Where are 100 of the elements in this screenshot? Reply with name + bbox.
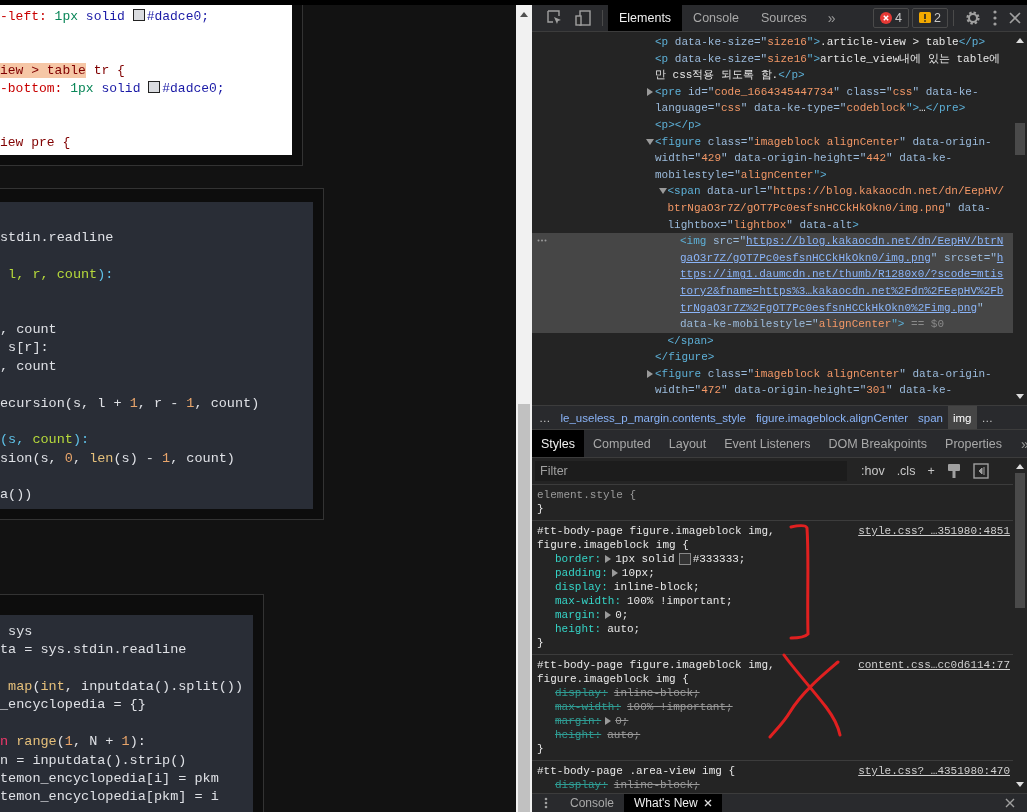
property-value: 0;: [615, 608, 629, 622]
pane-tab[interactable]: Properties: [936, 430, 1012, 457]
property-name: padding:: [555, 566, 608, 580]
toolbar-button[interactable]: :hov: [855, 464, 891, 478]
settings-icon[interactable]: [965, 10, 981, 26]
dom-node[interactable]: <p data-ke-size="size16">article_view내에 있는 table에만 css적용 되도록 함.</p>: [655, 50, 1005, 84]
triangle-icon[interactable]: [646, 87, 654, 96]
property-name: margin:: [555, 608, 602, 622]
toolbar-button[interactable]: +: [921, 464, 941, 478]
property-name: max-width:: [555, 594, 621, 608]
source-link[interactable]: style.css? …351980:4851: [858, 524, 1010, 552]
scroll-up-icon[interactable]: [1016, 464, 1024, 469]
css-selector: figure.imageblock img {: [537, 672, 690, 686]
closing-brace: }: [537, 502, 545, 516]
panel-tab[interactable]: Console: [682, 5, 750, 31]
triangle-icon[interactable]: [646, 369, 654, 378]
code-line: -bottom: 1px solid #dadce0;: [0, 80, 226, 98]
code-line: , count: [0, 320, 58, 339]
code-line: sion(s, 0, len(s) - 1, count): [0, 449, 236, 468]
dom-node[interactable]: <span data-url="https://blog.kakaocdn.net/dn/EepHV/btrNgaO3r7Z/gOT7Pc0esfsnHCCkHkOkn0/img.png" data-lightbox="lightbox" data-alt>: [667, 183, 1005, 234]
property-value: 0;: [615, 714, 629, 728]
sidebar-toggle-icon[interactable]: [972, 463, 989, 479]
code-line: n = inputdata().strip(): [0, 751, 188, 770]
triangle-icon[interactable]: [658, 187, 667, 196]
scroll-up-icon[interactable]: [1016, 38, 1024, 43]
dom-node[interactable]: <figure class="imageblock alignCenter" data-origin-width="472" data-origin-height="301" data-ke-: [655, 365, 1005, 400]
closing-brace: }: [537, 636, 545, 650]
css-selector: figure.imageblock img {: [537, 538, 690, 552]
pane-tab[interactable]: DOM Breakpoints: [819, 430, 937, 457]
property-value: inline-block;: [613, 686, 700, 700]
expand-icon[interactable]: [605, 611, 612, 619]
property-name: display:: [555, 686, 608, 700]
dom-node[interactable]: <p data-ke-size="size16">.article-view > table</p>: [655, 34, 1005, 51]
dom-node[interactable]: </figure>: [655, 349, 1005, 366]
property-value: inline-block;: [613, 778, 700, 792]
code-line: l, r, count):: [7, 265, 115, 284]
breadcrumb[interactable]: le_useless_p_margin.contents_style: [555, 406, 751, 429]
filter-field[interactable]: Filter: [535, 461, 847, 481]
source-link[interactable]: content.css…cc0d6114:77: [858, 658, 1010, 686]
source-link[interactable]: style.css? …4351980:470: [858, 764, 1010, 778]
dom-node[interactable]: <pre id="code_1664345447734" class="css" data-ke-language="css" data-ke-type="codeblock">…</pre>: [655, 83, 1005, 117]
dom-node[interactable]: <p></p>: [655, 116, 1005, 134]
expand-icon[interactable]: [605, 555, 612, 563]
property-value: auto;: [607, 622, 641, 636]
expand-icon[interactable]: [605, 717, 612, 725]
color-swatch[interactable]: [678, 553, 691, 565]
code-line: , count: [0, 357, 58, 376]
pane-tab[interactable]: Computed: [584, 430, 660, 457]
property-name: height:: [555, 622, 602, 636]
code-line: n range(1, N + 1):: [0, 733, 147, 752]
triangle-icon[interactable]: [646, 137, 654, 146]
property-value: inline-block;: [613, 580, 700, 594]
kebab-menu-icon[interactable]: [544, 797, 548, 809]
inspect-icon[interactable]: [547, 10, 563, 26]
css-selector: #tt-body-page .area-view img {: [537, 764, 736, 778]
scroll-down-icon[interactable]: [1016, 394, 1024, 399]
dom-node[interactable]: <figure class="imageblock alignCenter" data-origin-width="429" data-origin-height="442" data-ke-mobilestyle="alignCenter">: [655, 133, 1005, 184]
scrollbar-thumb[interactable]: [518, 404, 530, 812]
code-line: iew > table tr {: [0, 62, 126, 80]
code-line: _encyclopedia = {}: [0, 696, 147, 715]
paint-roller-icon[interactable]: [946, 463, 961, 479]
breadcrumb[interactable]: figure.imageblock.alignCenter: [750, 406, 914, 429]
drawer-tab[interactable]: Console: [560, 794, 625, 812]
breadcrumb[interactable]: img: [947, 406, 977, 429]
scroll-up-icon[interactable]: [520, 12, 528, 17]
device-icon[interactable]: [575, 10, 591, 26]
more-icon[interactable]: [537, 239, 547, 243]
dom-node[interactable]: <img src="https://blog.kakaocdn.net/dn/EepHV/btrNgaO3r7Z/gOT7Pc0esfsnHCCkHkOkn0/img.png" srcset="https://img1.daumcdn.net/thumb/R1280x0/?scode=mtistory2&fname=https%3…kakaocdn.net%2Fdn%2FEepHV%2FbtrNgaO3r7Z%2FgOT7Pc0esfsnHCCkHkOkn0%2Fimg.png" data-ke-mobilestyle="alignCenter"> == $0: [680, 233, 1005, 333]
kebab-menu-icon[interactable]: [993, 10, 997, 26]
expand-icon[interactable]: [611, 569, 618, 577]
panel-tab[interactable]: Sources: [750, 5, 818, 31]
warning-badge[interactable]: 2: [912, 8, 948, 28]
panel-tab[interactable]: Elements: [608, 5, 683, 31]
scrollbar-thumb[interactable]: [1015, 123, 1025, 155]
code-line: ta = sys.stdin.readline: [0, 641, 188, 660]
code-line: map(int, inputdata().split()): [7, 678, 245, 697]
drawer-tab[interactable]: What's New: [624, 794, 722, 812]
code-line: s[r]:: [7, 339, 50, 358]
property-name: border:: [555, 552, 602, 566]
pane-tab[interactable]: Event Listeners: [715, 430, 820, 457]
pane-tab[interactable]: Layout: [659, 430, 716, 457]
breadcrumb[interactable]: …: [534, 406, 556, 429]
error-badge[interactable]: 4: [873, 8, 910, 28]
code-line: -left: 1px solid #dadce0;: [0, 8, 211, 26]
breadcrumb[interactable]: span: [913, 406, 948, 429]
property-value: 100% !important;: [627, 700, 733, 714]
code-line: temon_encyclopedia[pkm] = i: [0, 788, 220, 807]
breadcrumb[interactable]: …: [976, 406, 998, 429]
property-value: 10px;: [621, 566, 655, 580]
property-value: 100% !important;: [627, 594, 733, 608]
pane-tab[interactable]: Styles: [532, 430, 585, 457]
property-name: max-width:: [555, 700, 621, 714]
more-tabs-button[interactable]: »: [817, 10, 846, 26]
scrollbar-thumb[interactable]: [1015, 473, 1025, 608]
dom-node[interactable]: </span>: [667, 332, 1005, 350]
property-value: auto;: [607, 728, 641, 742]
scroll-down-icon[interactable]: [1016, 782, 1024, 787]
code-line: ecursion(s, l + 1, r - 1, count): [0, 394, 261, 413]
toolbar-button[interactable]: .cls: [890, 464, 922, 478]
closing-brace: }: [537, 742, 545, 756]
